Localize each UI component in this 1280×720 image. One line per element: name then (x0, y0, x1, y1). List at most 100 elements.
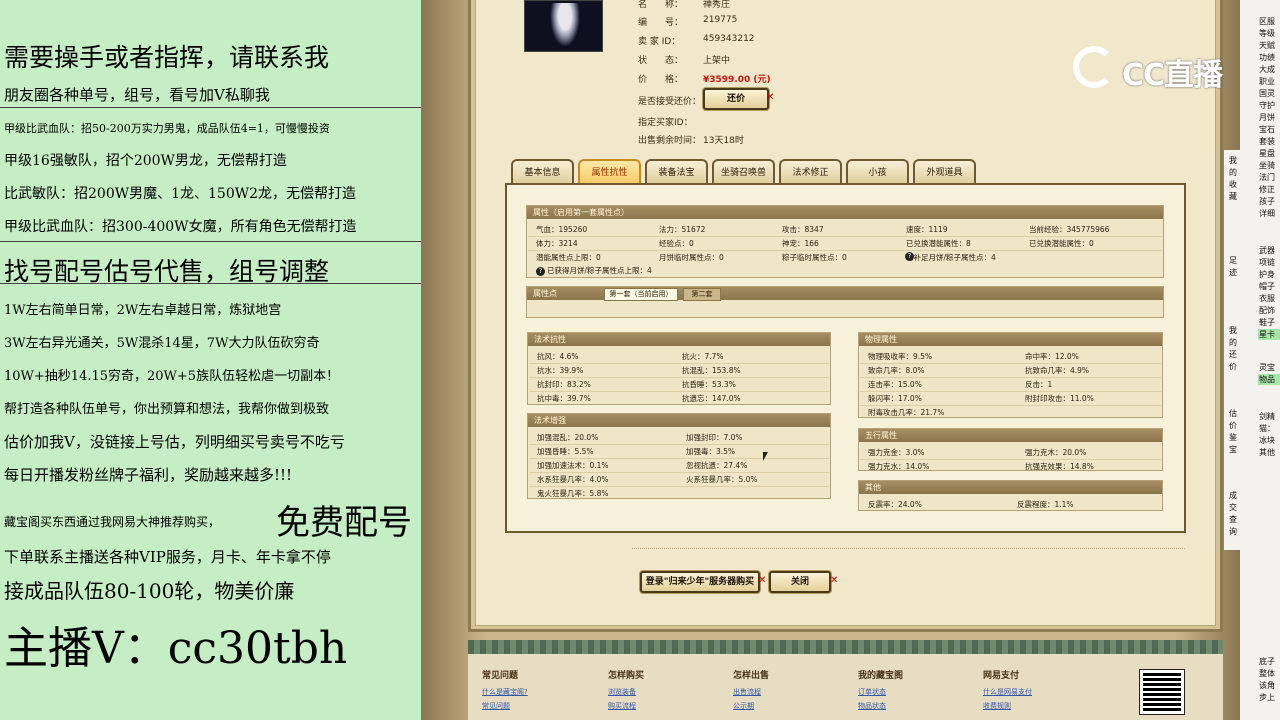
tab-0[interactable]: 基本信息 (511, 159, 574, 184)
magic-resist-title: 法术抗性 (528, 333, 830, 346)
attribute-label[interactable]: 等级 (1259, 28, 1275, 39)
cc-live-logo: CC直播 (1070, 42, 1240, 92)
footer (468, 640, 1223, 720)
attribute-label[interactable]: 月饼 (1259, 112, 1275, 123)
logo-text: CC直播 (1122, 50, 1222, 94)
attr-note: ?已获得月饼/粽子属性点上限：4 (536, 265, 652, 276)
tab-6[interactable]: 外观道具 (913, 159, 976, 184)
attribute-label[interactable]: 详细 (1259, 208, 1275, 219)
row-divider (860, 459, 1161, 460)
attribute-label[interactable]: 修正 (1259, 184, 1275, 195)
subtab-second-set[interactable]: 第二套 (683, 288, 721, 301)
notice-line: 估价加我V，没链接上号估，列明细买号卖号不吃亏 (4, 431, 345, 452)
magic-resist-cell: 抗遗忘：147.0% (682, 393, 741, 404)
attribute-label[interactable]: 功绩 (1259, 52, 1275, 63)
notice-line: 10W+抽秒14.15穷奇，20W+5族队伍轻松虐一切副本！ (4, 365, 339, 384)
attribute-label[interactable]: 宝石 (1259, 124, 1275, 135)
attribute-label[interactable]: 底子 (1259, 656, 1275, 667)
attr-section-cell: 已补足月饼/粽子属性点：4 (906, 252, 996, 263)
magic-boost-cell: 水系狂暴几率：4.0% (537, 474, 609, 485)
tab-1[interactable]: 属性抗性 (578, 159, 641, 184)
magic-boost-cell: 火系狂暴几率：5.0% (686, 474, 758, 485)
attr-section-cell: 体力：3214 (536, 238, 578, 249)
attribute-label[interactable]: 武器 (1259, 245, 1275, 256)
attribute-label[interactable]: 套装 (1259, 136, 1275, 147)
info-value: ¥3599.00 (元) (703, 72, 771, 85)
attribute-label[interactable]: 其他 (1259, 447, 1275, 458)
attribute-label[interactable]: 猫： (1259, 423, 1275, 434)
attribute-label[interactable]: 整体 (1259, 668, 1275, 679)
attribute-label[interactable]: 职业 (1259, 76, 1275, 87)
footer-link[interactable]: 公示期 (733, 701, 754, 711)
footer-link[interactable]: 收费规则 (983, 701, 1011, 711)
side-nav-item[interactable]: 估价鉴宝 (1229, 408, 1239, 456)
footer-link[interactable]: 订单状态 (858, 687, 886, 697)
attribute-label[interactable]: 大成 (1259, 64, 1275, 75)
attribute-label[interactable]: 坐骑 (1259, 160, 1275, 171)
qr-code (1140, 670, 1184, 714)
tab-4[interactable]: 法术修正 (779, 159, 842, 184)
side-nav-item[interactable]: 我的还价 (1229, 325, 1239, 373)
question-icon[interactable]: ? (536, 267, 545, 276)
close-button[interactable]: 关闭 (769, 571, 831, 593)
footer-link[interactable]: 什么是网易支付 (983, 687, 1032, 697)
attribute-label[interactable]: 项链 (1259, 257, 1275, 268)
login-purchase-button[interactable]: 登录"归来少年"服务器购买 (640, 571, 760, 593)
footer-link[interactable]: 什么是藏宝阁? (482, 687, 528, 697)
row-divider (529, 391, 829, 392)
attribute-label[interactable]: 剑精 (1259, 411, 1275, 422)
counter-offer-button[interactable]: 还价 (703, 88, 769, 110)
magic-resist: 法术抗性抗风：4.6%抗火：7.7%抗水：39.9%抗混乱：153.8%抗封印：… (527, 332, 831, 405)
footer-link[interactable]: 常见问题 (482, 701, 510, 711)
attribute-label[interactable]: 守护 (1259, 100, 1275, 111)
attribute-label[interactable]: 法门 (1259, 172, 1275, 183)
attribute-label[interactable]: 衣服 (1259, 293, 1275, 304)
attr-section-title: 属性（启用第一套属性点） (527, 206, 1163, 219)
side-nav-item[interactable]: 足迹 (1229, 255, 1239, 279)
attribute-label[interactable]: 护身 (1259, 269, 1275, 280)
five-elements: 五行属性强力克金：3.0%强力克木：20.0%强力克水：14.0%抗强克效果：1… (858, 428, 1163, 471)
row-divider (860, 377, 1161, 378)
row-divider (529, 458, 829, 459)
attribute-label[interactable]: 星盘 (1259, 148, 1275, 159)
footer-link[interactable]: 出售流程 (733, 687, 761, 697)
info-label: 是否接受还价： (638, 94, 701, 107)
footer-link[interactable]: 购买流程 (608, 701, 636, 711)
attribute-label[interactable]: 孩子 (1259, 196, 1275, 207)
magic-boost-title: 法术增强 (528, 414, 830, 427)
info-label: 状 态： (638, 53, 683, 66)
attribute-label[interactable]: 帽子 (1259, 281, 1275, 292)
close-icon: ✕ (830, 575, 838, 586)
attribute-label[interactable]: 冰块 (1259, 435, 1275, 446)
footer-link[interactable]: 物品状态 (858, 701, 886, 711)
attribute-label[interactable]: 物品 (1259, 374, 1275, 385)
attr-section-cell: 月饼临时属性点：0 (659, 252, 724, 263)
attribute-label[interactable]: 鞋子 (1259, 317, 1275, 328)
notice-line: 下单联系主播送各种VIP服务，月卡、年卡拿不停 (4, 546, 331, 567)
footer-link[interactable]: 浏览装备 (608, 687, 636, 697)
attribute-label[interactable]: 步上 (1259, 692, 1275, 703)
notice-line: 比武敏队：招200W男魔、1龙、150W2龙，无偿帮打造 (4, 183, 356, 203)
attribute-label[interactable]: 区服 (1259, 16, 1275, 27)
physical-cell: 物理吸收率：9.5% (868, 351, 932, 362)
side-nav-item[interactable]: 我的收藏 (1229, 155, 1239, 203)
magic-boost-cell: 加强毒：3.5% (686, 446, 735, 457)
footer-heading: 网易支付 (983, 668, 1019, 681)
attribute-label[interactable]: 灵宝 (1259, 362, 1275, 373)
attr-section-cell: 速度：1119 (906, 224, 948, 235)
physical: 物理属性物理吸收率：9.5%命中率：12.0%致命几率：8.0%抗致命几率：4.… (858, 332, 1163, 418)
attribute-label[interactable]: 天赋 (1259, 40, 1275, 51)
tab-3[interactable]: 坐骑召唤兽 (712, 159, 775, 184)
tab-5[interactable]: 小孩 (846, 159, 909, 184)
attribute-label[interactable]: 星卡 (1259, 329, 1275, 340)
side-nav-item[interactable]: 成交查询 (1229, 490, 1239, 538)
question-icon[interactable]: ? (905, 252, 914, 261)
info-label: 指定买家ID： (638, 115, 693, 128)
subtab-first-set[interactable]: 第一套（当前启用） (604, 288, 678, 301)
attribute-label[interactable]: 配饰 (1259, 305, 1275, 316)
tab-2[interactable]: 装备法宝 (645, 159, 708, 184)
attribute-label[interactable]: 国灵 (1259, 88, 1275, 99)
physical-cell: 抗致命几率：4.9% (1025, 365, 1089, 376)
attribute-label[interactable]: 该角 (1259, 680, 1275, 691)
five-elements-cell: 强力克木：20.0% (1025, 447, 1086, 458)
